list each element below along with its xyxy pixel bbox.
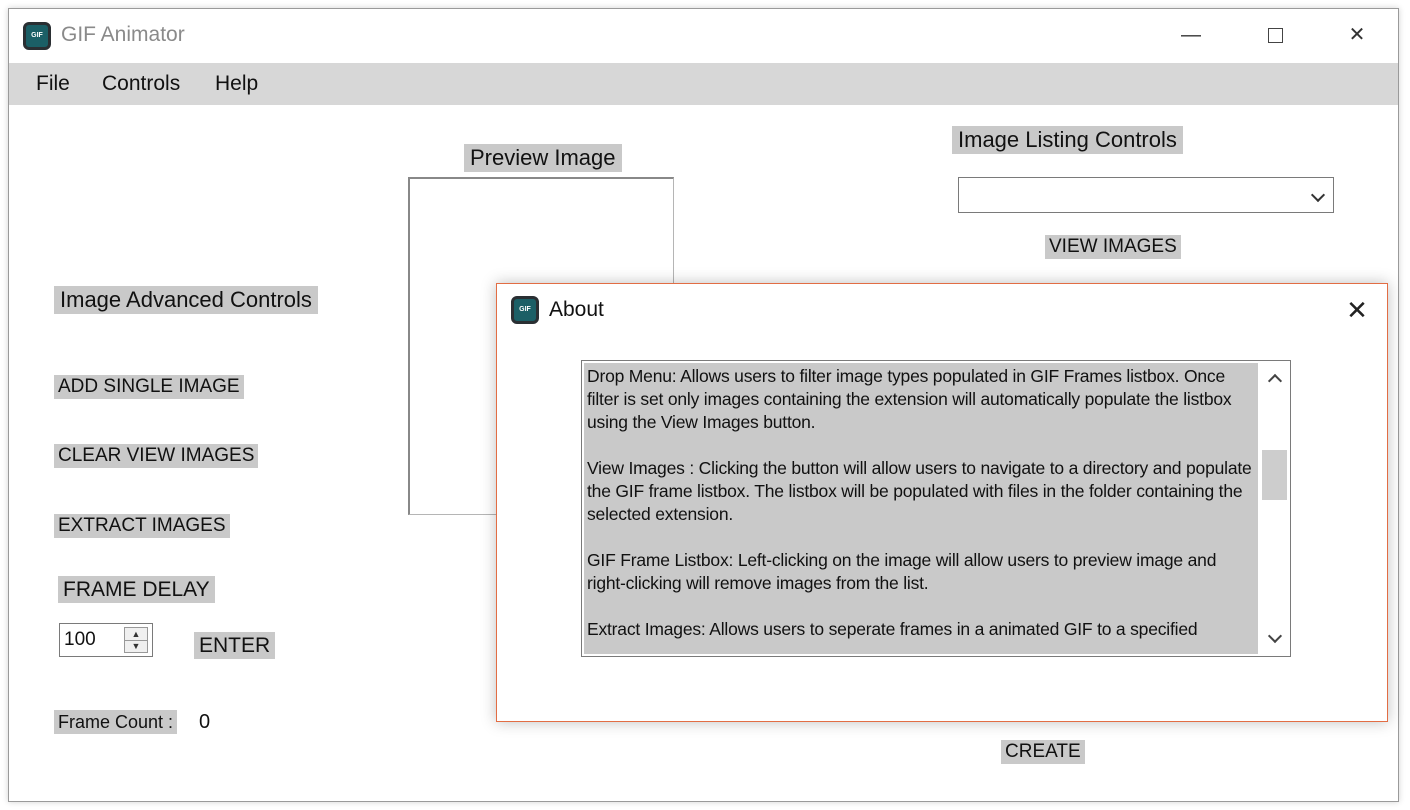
menu-controls[interactable]: Controls (102, 72, 180, 96)
menu-help[interactable]: Help (215, 72, 258, 96)
app-icon: GIF (23, 22, 51, 50)
stepper-buttons: ▲ ▼ (124, 627, 148, 653)
minimize-button[interactable]: — (1171, 17, 1211, 53)
about-textbox[interactable]: Drop Menu: Allows users to filter image … (581, 360, 1291, 657)
scrollbar-thumb[interactable] (1262, 450, 1287, 500)
about-paragraph: Extract Images: Allows users to seperate… (587, 619, 1198, 639)
about-paragraph: GIF Frame Listbox: Left-clicking on the … (587, 550, 1217, 593)
frame-delay-value: 100 (64, 629, 96, 650)
chevron-down-icon (1267, 628, 1283, 644)
chevron-down-icon (1310, 187, 1326, 203)
preview-image-label: Preview Image (464, 144, 622, 172)
scroll-up-button[interactable] (1260, 364, 1289, 390)
title-bar[interactable]: GIF GIF Animator — ✕ (9, 9, 1398, 63)
frame-delay-stepper[interactable]: 100 ▲ ▼ (59, 623, 153, 657)
maximize-button[interactable] (1255, 17, 1295, 53)
view-images-button[interactable]: VIEW IMAGES (1045, 235, 1181, 259)
about-dialog: GIF About ✕ Drop Menu: Allows users to f… (496, 283, 1388, 722)
frame-count-label: Frame Count : (54, 710, 178, 734)
chevron-up-icon (1267, 373, 1283, 389)
decrement-icon[interactable]: ▼ (125, 640, 147, 652)
add-single-image-button[interactable]: ADD SINGLE IMAGE (54, 375, 244, 399)
app-icon: GIF (511, 296, 539, 324)
create-button[interactable]: CREATE (1001, 740, 1085, 764)
about-paragraph: View Images : Clicking the button will a… (587, 458, 1252, 524)
close-button[interactable]: ✕ (1337, 17, 1377, 53)
image-listing-controls-label: Image Listing Controls (952, 126, 1183, 154)
window-title: GIF Animator (61, 23, 185, 46)
maximize-icon (1267, 28, 1283, 44)
scroll-down-button[interactable] (1260, 627, 1289, 653)
vertical-scrollbar[interactable] (1260, 362, 1289, 655)
enter-button[interactable]: ENTER (194, 632, 276, 659)
menu-file[interactable]: File (36, 72, 70, 96)
frame-count-value: 0 (199, 711, 211, 733)
clear-view-images-button[interactable]: CLEAR VIEW IMAGES (54, 444, 259, 468)
dialog-close-button[interactable]: ✕ (1337, 292, 1377, 328)
image-advanced-controls-label: Image Advanced Controls (54, 286, 318, 314)
extension-dropdown[interactable] (958, 177, 1334, 213)
extract-images-button[interactable]: EXTRACT IMAGES (54, 514, 230, 538)
about-text-content: Drop Menu: Allows users to filter image … (584, 363, 1258, 654)
menu-bar: File Controls Help (9, 63, 1398, 105)
dialog-title: About (549, 298, 604, 321)
about-paragraph: Drop Menu: Allows users to filter image … (587, 366, 1232, 432)
frame-delay-label: FRAME DELAY (58, 576, 215, 603)
